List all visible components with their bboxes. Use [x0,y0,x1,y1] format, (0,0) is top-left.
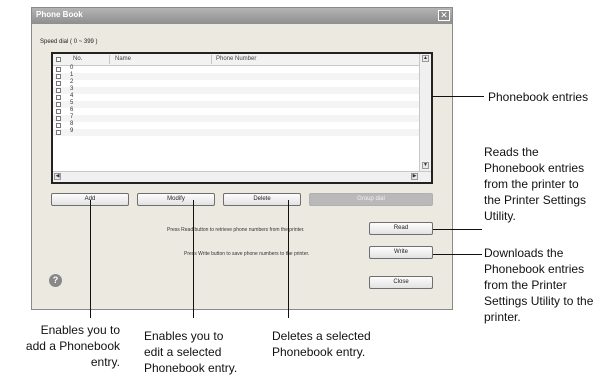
column-header-name[interactable]: Name [115,56,131,62]
row-checkbox[interactable] [56,109,61,114]
row-number: 6 [70,107,74,113]
close-button[interactable]: Close [369,276,433,289]
callout-line-read [433,229,482,230]
modify-button[interactable]: Modify [137,193,215,206]
callout-line-write [433,254,482,255]
callout-text: printer. [484,310,521,324]
callout-text: Deletes a selected [272,329,371,343]
scroll-left-icon[interactable]: ◀ [54,173,61,180]
scroll-down-icon[interactable]: ▼ [422,162,429,169]
select-all-checkbox[interactable] [56,57,61,62]
callout-text: Downloads the [484,246,564,260]
callout-text: Phonebook entry. [272,345,366,359]
delete-button[interactable]: Delete [223,193,301,206]
callout-text: the Printer Settings [484,193,587,207]
callout-text: Phonebook entries [484,161,585,175]
vertical-scrollbar[interactable]: ▲ ▼ [419,54,431,171]
row-number: 3 [70,86,74,92]
write-button[interactable]: Write [369,246,433,259]
callout-text: edit a selected [144,345,222,359]
callout-read: Reads the Phonebook entries from the pri… [484,144,586,224]
phone-book-dialog: Phone Book ✕ Speed dial ( 0 ~ 399 ) No. … [31,7,453,310]
callout-line-add [90,200,91,318]
table-row[interactable]: 4 [53,93,419,101]
table-row[interactable]: 0 [53,65,419,73]
row-number: 0 [70,65,74,71]
callout-text: add a Phonebook [25,339,120,353]
callout-text: Utility. [484,209,516,223]
column-divider[interactable] [109,55,110,64]
callout-text: Settings Utility to the [484,294,594,308]
column-header-no[interactable]: No. [73,56,82,62]
callout-text: Phonebook entries [484,262,585,276]
row-number: 1 [70,72,74,78]
list-header: No. Name Phone Number [53,54,419,66]
phonebook-list[interactable]: No. Name Phone Number 0 1 2 3 4 5 6 7 8 … [51,52,433,184]
dialog-title: Phone Book [36,10,83,19]
callout-text: Phonebook entry. [144,361,238,375]
write-instruction: Press Write button to save phone numbers… [184,251,310,257]
row-checkbox[interactable] [56,116,61,121]
callout-phonebook-entries: Phonebook entries [488,89,588,105]
title-bar: Phone Book ✕ [32,8,452,24]
callout-line-delete [288,200,289,318]
callout-delete: Deletes a selected Phonebook entry. [272,328,371,360]
callout-line-modify [193,200,194,318]
close-icon[interactable]: ✕ [438,10,450,21]
table-row[interactable]: 7 [53,114,419,122]
row-checkbox[interactable] [56,102,61,107]
row-checkbox[interactable] [56,81,61,86]
table-row[interactable]: 2 [53,79,419,87]
callout-text: Enables you to [40,323,120,337]
group-dial-button[interactable]: Group dial [309,193,433,206]
row-checkbox[interactable] [56,74,61,79]
table-row[interactable]: 3 [53,86,419,94]
horizontal-scrollbar[interactable]: ◀ ▶ [53,171,431,182]
row-number: 8 [70,121,74,127]
row-number: 7 [70,114,74,120]
callout-text: Enables you to [144,329,224,343]
row-number: 4 [70,93,74,99]
callout-text: Reads the [484,145,539,159]
row-number: 9 [70,128,74,134]
row-number: 2 [70,79,74,85]
callout-text: from the printer to [484,177,579,191]
callout-text: from the Printer [484,278,567,292]
callout-text: Phonebook entries [488,90,589,104]
table-row[interactable]: 8 [53,121,419,129]
column-divider[interactable] [211,55,212,64]
scroll-right-icon[interactable]: ▶ [411,173,418,180]
row-checkbox[interactable] [56,130,61,135]
table-row[interactable]: 6 [53,107,419,115]
callout-modify: Enables you to edit a selected Phonebook… [144,328,237,376]
row-checkbox[interactable] [56,95,61,100]
table-row[interactable]: 5 [53,100,419,108]
row-checkbox[interactable] [56,123,61,128]
speed-dial-label: Speed dial ( 0 ~ 399 ) [40,39,98,45]
row-number: 5 [70,100,74,106]
read-button[interactable]: Read [369,222,433,235]
callout-line-phonebook [432,96,484,97]
callout-text: entry. [90,355,120,369]
table-row[interactable]: 9 [53,128,419,136]
table-row[interactable]: 1 [53,72,419,80]
read-instruction: Press Read button to retrieve phone numb… [167,227,305,233]
row-checkbox[interactable] [56,67,61,72]
callout-write: Downloads the Phonebook entries from the… [484,245,593,325]
row-checkbox[interactable] [56,88,61,93]
column-header-phone-number[interactable]: Phone Number [216,56,256,62]
scroll-up-icon[interactable]: ▲ [422,55,429,62]
callout-add: Enables you to add a Phonebook entry. [8,322,120,370]
help-icon[interactable]: ? [49,274,62,287]
